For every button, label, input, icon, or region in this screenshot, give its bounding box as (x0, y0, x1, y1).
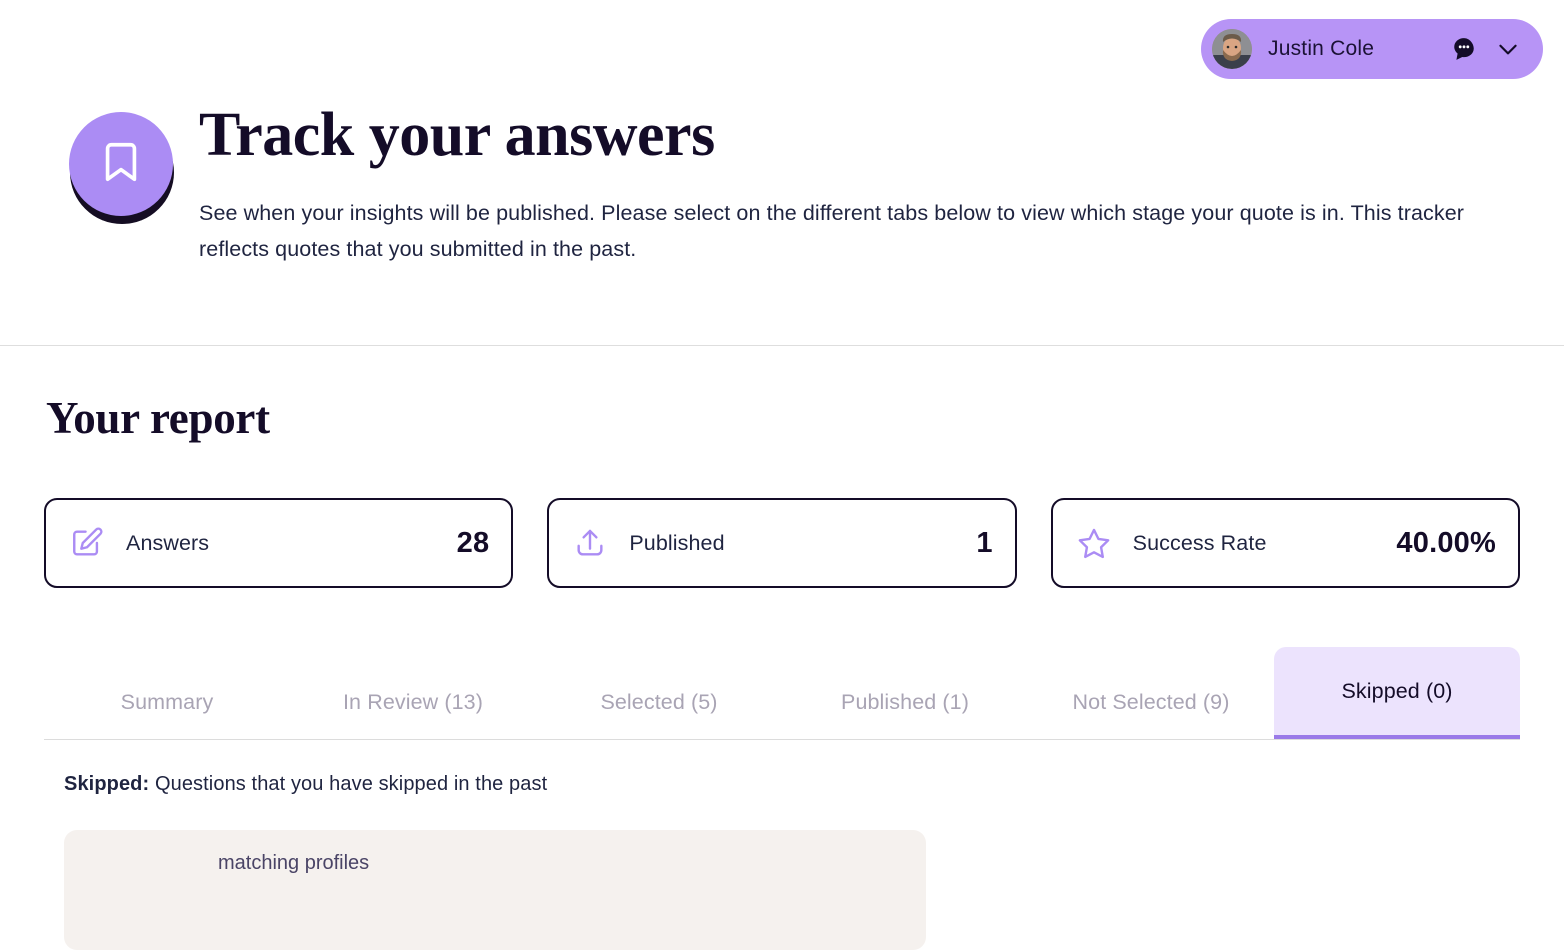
page-title: Track your answers (199, 101, 715, 169)
hero-bookmark-badge (69, 112, 175, 224)
pencil-edit-icon (70, 526, 104, 560)
upload-share-icon (573, 526, 607, 560)
user-name: Justin Cole (1268, 37, 1375, 60)
hero-badge-circle (69, 112, 173, 216)
tab-published[interactable]: Published (1) (782, 665, 1028, 739)
stat-value: 1 (976, 526, 993, 559)
avatar (1212, 29, 1252, 69)
tab-in-review[interactable]: In Review (13) (290, 665, 536, 739)
stat-card-answers[interactable]: Answers 28 (44, 498, 514, 588)
status-tabs: Summary In Review (13) Selected (5) Publ… (44, 647, 1520, 740)
chat-bubble-icon[interactable] (1451, 36, 1477, 62)
page-description: See when your insights will be published… (199, 201, 1465, 261)
tab-description-text: Questions that you have skipped in the p… (154, 773, 548, 795)
chevron-down-icon[interactable] (1495, 36, 1521, 62)
stat-label: Success Rate (1132, 530, 1267, 555)
star-outline-icon (1077, 526, 1111, 560)
stat-value: 28 (456, 526, 490, 559)
user-menu-pill[interactable]: Justin Cole (1201, 19, 1543, 79)
panel-placeholder-text: matching profiles (218, 852, 370, 874)
report-title: Your report (46, 393, 270, 443)
stat-card-published[interactable]: Published 1 (547, 498, 1017, 588)
tab-summary[interactable]: Summary (44, 665, 290, 739)
stat-value: 40.00% (1396, 526, 1496, 559)
bookmark-icon (98, 135, 144, 194)
tab-skipped[interactable]: Skipped (0) (1274, 647, 1520, 739)
stat-label: Published (629, 530, 725, 555)
tab-selected[interactable]: Selected (5) (536, 665, 782, 739)
skipped-results-panel: matching profiles (64, 830, 926, 950)
tab-not-selected[interactable]: Not Selected (9) (1028, 665, 1274, 739)
tab-description-label: Skipped: (64, 773, 150, 795)
stat-card-success-rate[interactable]: Success Rate 40.00% (1050, 498, 1520, 588)
stat-label: Answers (126, 530, 210, 555)
pill-actions (1451, 36, 1521, 62)
tab-description: Skipped: Questions that you have skipped… (64, 773, 547, 796)
stats-row: Answers 28 Published 1 Success Rate 40.0… (44, 498, 1520, 588)
